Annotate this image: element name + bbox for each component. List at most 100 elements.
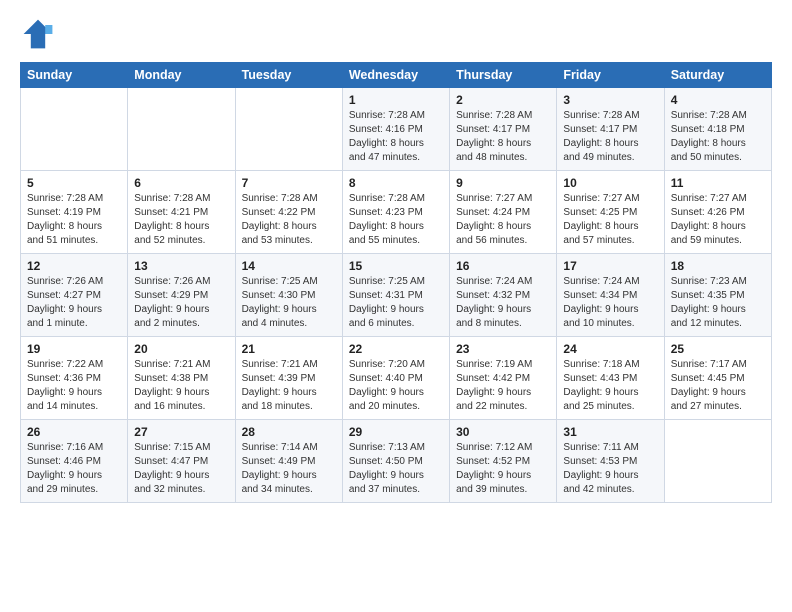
calendar-cell: 13Sunrise: 7:26 AMSunset: 4:29 PMDayligh… bbox=[128, 254, 235, 337]
cell-info: Sunrise: 7:25 AMSunset: 4:31 PMDaylight:… bbox=[349, 275, 443, 331]
cell-info: Sunrise: 7:20 AMSunset: 4:40 PMDaylight:… bbox=[349, 358, 443, 414]
day-of-week-header: Monday bbox=[128, 63, 235, 88]
sunrise-label: Sunrise: 7:26 AM bbox=[27, 276, 103, 287]
cell-day-number: 23 bbox=[456, 342, 550, 356]
sunset-label: Sunset: 4:46 PM bbox=[27, 456, 101, 467]
daylight-label: Daylight: 9 hours and 1 minute. bbox=[27, 304, 102, 329]
sunset-label: Sunset: 4:39 PM bbox=[242, 373, 316, 384]
sunset-label: Sunset: 4:42 PM bbox=[456, 373, 530, 384]
daylight-label: Daylight: 9 hours and 27 minutes. bbox=[671, 387, 746, 412]
calendar-week-row: 12Sunrise: 7:26 AMSunset: 4:27 PMDayligh… bbox=[21, 254, 772, 337]
cell-info: Sunrise: 7:17 AMSunset: 4:45 PMDaylight:… bbox=[671, 358, 765, 414]
cell-day-number: 31 bbox=[563, 425, 657, 439]
cell-day-number: 18 bbox=[671, 259, 765, 273]
cell-day-number: 28 bbox=[242, 425, 336, 439]
cell-info: Sunrise: 7:24 AMSunset: 4:34 PMDaylight:… bbox=[563, 275, 657, 331]
sunrise-label: Sunrise: 7:28 AM bbox=[134, 193, 210, 204]
sunset-label: Sunset: 4:23 PM bbox=[349, 207, 423, 218]
sunset-label: Sunset: 4:21 PM bbox=[134, 207, 208, 218]
sunrise-label: Sunrise: 7:28 AM bbox=[563, 110, 639, 121]
calendar-cell: 1Sunrise: 7:28 AMSunset: 4:16 PMDaylight… bbox=[342, 88, 449, 171]
sunset-label: Sunset: 4:17 PM bbox=[563, 124, 637, 135]
daylight-label: Daylight: 8 hours and 52 minutes. bbox=[134, 221, 209, 246]
sunrise-label: Sunrise: 7:19 AM bbox=[456, 359, 532, 370]
sunset-label: Sunset: 4:43 PM bbox=[563, 373, 637, 384]
daylight-label: Daylight: 8 hours and 47 minutes. bbox=[349, 138, 424, 163]
sunrise-label: Sunrise: 7:28 AM bbox=[27, 193, 103, 204]
calendar-cell: 31Sunrise: 7:11 AMSunset: 4:53 PMDayligh… bbox=[557, 420, 664, 503]
sunrise-label: Sunrise: 7:24 AM bbox=[456, 276, 532, 287]
sunset-label: Sunset: 4:35 PM bbox=[671, 290, 745, 301]
calendar-week-row: 19 Sunrise: 7:22 AM Sunset: 4:36 PM Dayligh… bbox=[21, 337, 772, 420]
calendar-table: SundayMondayTuesdayWednesdayThursdayFrid… bbox=[20, 62, 772, 503]
sunrise-label: Sunrise: 7:17 AM bbox=[671, 359, 747, 370]
calendar-week-row: 5 Sunrise: 7:28 AMSunset: 4:19 PMDaylight… bbox=[21, 171, 772, 254]
sunset-label: Sunset: 4:29 PM bbox=[134, 290, 208, 301]
daylight-label: Daylight: 9 hours and 42 minutes. bbox=[563, 470, 638, 495]
calendar-cell: 28Sunrise: 7:14 AMSunset: 4:49 PMDayligh… bbox=[235, 420, 342, 503]
cell-info: Sunrise: 7:22 AMSunset: 4:36 PMDaylight:… bbox=[27, 358, 121, 414]
cell-info: Sunrise: 7:28 AM Sunset: 4:23 PM Daylight:… bbox=[349, 192, 443, 248]
day-of-week-header: Tuesday bbox=[235, 63, 342, 88]
sunrise-label: Sunrise: 7:25 AM bbox=[242, 276, 318, 287]
sunrise-label: Sunrise: 7:22 AM bbox=[27, 359, 103, 370]
calendar-cell: 7Sunrise: 7:28 AMSunset: 4:22 PMDaylight… bbox=[235, 171, 342, 254]
daylight-label: Daylight: 8 hours and 50 minutes. bbox=[671, 138, 746, 163]
cell-day-number: 1 bbox=[349, 93, 443, 107]
calendar-cell bbox=[235, 88, 342, 171]
cell-day-number: 14 bbox=[242, 259, 336, 273]
sunrise-label: Sunrise: 7:28 AM bbox=[671, 110, 747, 121]
daylight-label: Daylight: 9 hours and 6 minutes. bbox=[349, 304, 424, 329]
calendar-cell: 3Sunrise: 7:28 AMSunset: 4:17 PMDaylight… bbox=[557, 88, 664, 171]
days-of-week-row: SundayMondayTuesdayWednesdayThursdayFrid… bbox=[21, 63, 772, 88]
day-of-week-header: Saturday bbox=[664, 63, 771, 88]
sunrise-label: Sunrise: 7:21 AM bbox=[242, 359, 318, 370]
calendar-cell: 4Sunrise: 7:28 AMSunset: 4:18 PMDaylight… bbox=[664, 88, 771, 171]
calendar-cell: 10Sunrise: 7:27 AMSunset: 4:25 PMDayligh… bbox=[557, 171, 664, 254]
daylight-label: Daylight: 9 hours and 4 minutes. bbox=[242, 304, 317, 329]
calendar-cell: 15 Sunrise: 7:25 AMSunset: 4:31 PMDayligh… bbox=[342, 254, 449, 337]
cell-day-number: 15 bbox=[349, 259, 443, 273]
sunrise-label: Sunrise: 7:28 AM bbox=[349, 193, 425, 204]
daylight-label: Daylight: 9 hours and 34 minutes. bbox=[242, 470, 317, 495]
cell-day-number: 2 bbox=[456, 93, 550, 107]
calendar-cell bbox=[664, 420, 771, 503]
cell-info: Sunrise: 7:28 AMSunset: 4:19 PMDaylight:… bbox=[27, 192, 121, 248]
calendar-cell: 24Sunrise: 7:18 AMSunset: 4:43 PMDayligh… bbox=[557, 337, 664, 420]
calendar-body: 1Sunrise: 7:28 AMSunset: 4:16 PMDaylight… bbox=[21, 88, 772, 503]
daylight-label: Daylight: 8 hours and 51 minutes. bbox=[27, 221, 102, 246]
sunset-label: Sunset: 4:53 PM bbox=[563, 456, 637, 467]
sunrise-label: Sunrise: 7:27 AM bbox=[456, 193, 532, 204]
sunset-label: Sunset: 4:36 PM bbox=[27, 373, 101, 384]
cell-day-number: 5 bbox=[27, 176, 121, 190]
daylight-label: Daylight: 8 hours and 55 minutes. bbox=[349, 221, 424, 246]
calendar-cell: 17Sunrise: 7:24 AMSunset: 4:34 PMDayligh… bbox=[557, 254, 664, 337]
calendar-cell: 2Sunrise: 7:28 AMSunset: 4:17 PMDaylight… bbox=[450, 88, 557, 171]
sunset-label: Sunset: 4:24 PM bbox=[456, 207, 530, 218]
sunrise-label: Sunrise: 7:13 AM bbox=[349, 442, 425, 453]
cell-info: Sunrise: 7:27 AMSunset: 4:25 PMDaylight:… bbox=[563, 192, 657, 248]
calendar-cell bbox=[128, 88, 235, 171]
sunset-label: Sunset: 4:50 PM bbox=[349, 456, 423, 467]
cell-day-number: 19 bbox=[27, 342, 121, 356]
cell-info: Sunrise: 7:27 AMSunset: 4:26 PMDaylight:… bbox=[671, 192, 765, 248]
cell-day-number: 4 bbox=[671, 93, 765, 107]
sunset-label: Sunset: 4:17 PM bbox=[456, 124, 530, 135]
cell-info: Sunrise: 7:12 AMSunset: 4:52 PMDaylight:… bbox=[456, 441, 550, 497]
sunrise-label: Sunrise: 7:21 AM bbox=[134, 359, 210, 370]
cell-day-number: 13 bbox=[134, 259, 228, 273]
daylight-label: Daylight: 9 hours and 10 minutes. bbox=[563, 304, 638, 329]
cell-info: Sunrise: 7:23 AMSunset: 4:35 PMDaylight:… bbox=[671, 275, 765, 331]
cell-info: Sunrise: 7:19 AMSunset: 4:42 PMDaylight:… bbox=[456, 358, 550, 414]
cell-day-number: 12 bbox=[27, 259, 121, 273]
cell-day-number: 20 bbox=[134, 342, 228, 356]
daylight-label: Daylight: 9 hours and 37 minutes. bbox=[349, 470, 424, 495]
cell-day-number: 11 bbox=[671, 176, 765, 190]
daylight-label: Daylight: 8 hours and 59 minutes. bbox=[671, 221, 746, 246]
daylight-label: Daylight: 9 hours and 16 minutes. bbox=[134, 387, 209, 412]
sunrise-label: Sunrise: 7:28 AM bbox=[456, 110, 532, 121]
daylight-label: Daylight: 9 hours and 18 minutes. bbox=[242, 387, 317, 412]
sunrise-label: Sunrise: 7:12 AM bbox=[456, 442, 532, 453]
sunset-label: Sunset: 4:25 PM bbox=[563, 207, 637, 218]
calendar-cell: 11 Sunrise: 7:27 AMSunset: 4:26 PMDayligh… bbox=[664, 171, 771, 254]
